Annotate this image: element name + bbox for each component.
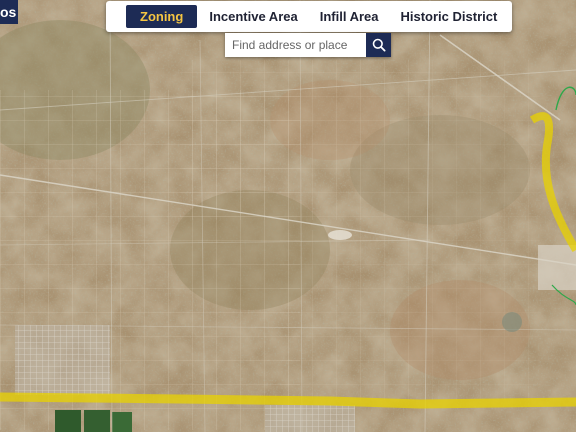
farm-field (112, 412, 132, 432)
subdivision (15, 325, 110, 395)
layer-selector-bar: Zoning Incentive Area Infill Area Histor… (106, 1, 512, 32)
search-icon (372, 38, 386, 52)
bright-lot (328, 230, 352, 240)
farm-field (84, 410, 110, 432)
search-button[interactable] (366, 33, 391, 57)
parcel-grid (280, 230, 430, 400)
app-logo[interactable]: os (0, 0, 18, 24)
search-input[interactable] (225, 33, 366, 57)
tab-incentive-area[interactable]: Incentive Area (199, 5, 307, 28)
pond (502, 312, 522, 332)
tab-historic-district[interactable]: Historic District (391, 5, 508, 28)
parcel-grid (180, 60, 430, 220)
tab-zoning[interactable]: Zoning (126, 5, 198, 28)
tab-infill-area[interactable]: Infill Area (310, 5, 389, 28)
satellite-map[interactable] (0, 0, 576, 432)
farm-field (55, 410, 81, 432)
search-box (225, 33, 391, 57)
parcel-grid (430, 60, 540, 400)
subdivision (265, 405, 355, 432)
subdivision (538, 245, 576, 290)
